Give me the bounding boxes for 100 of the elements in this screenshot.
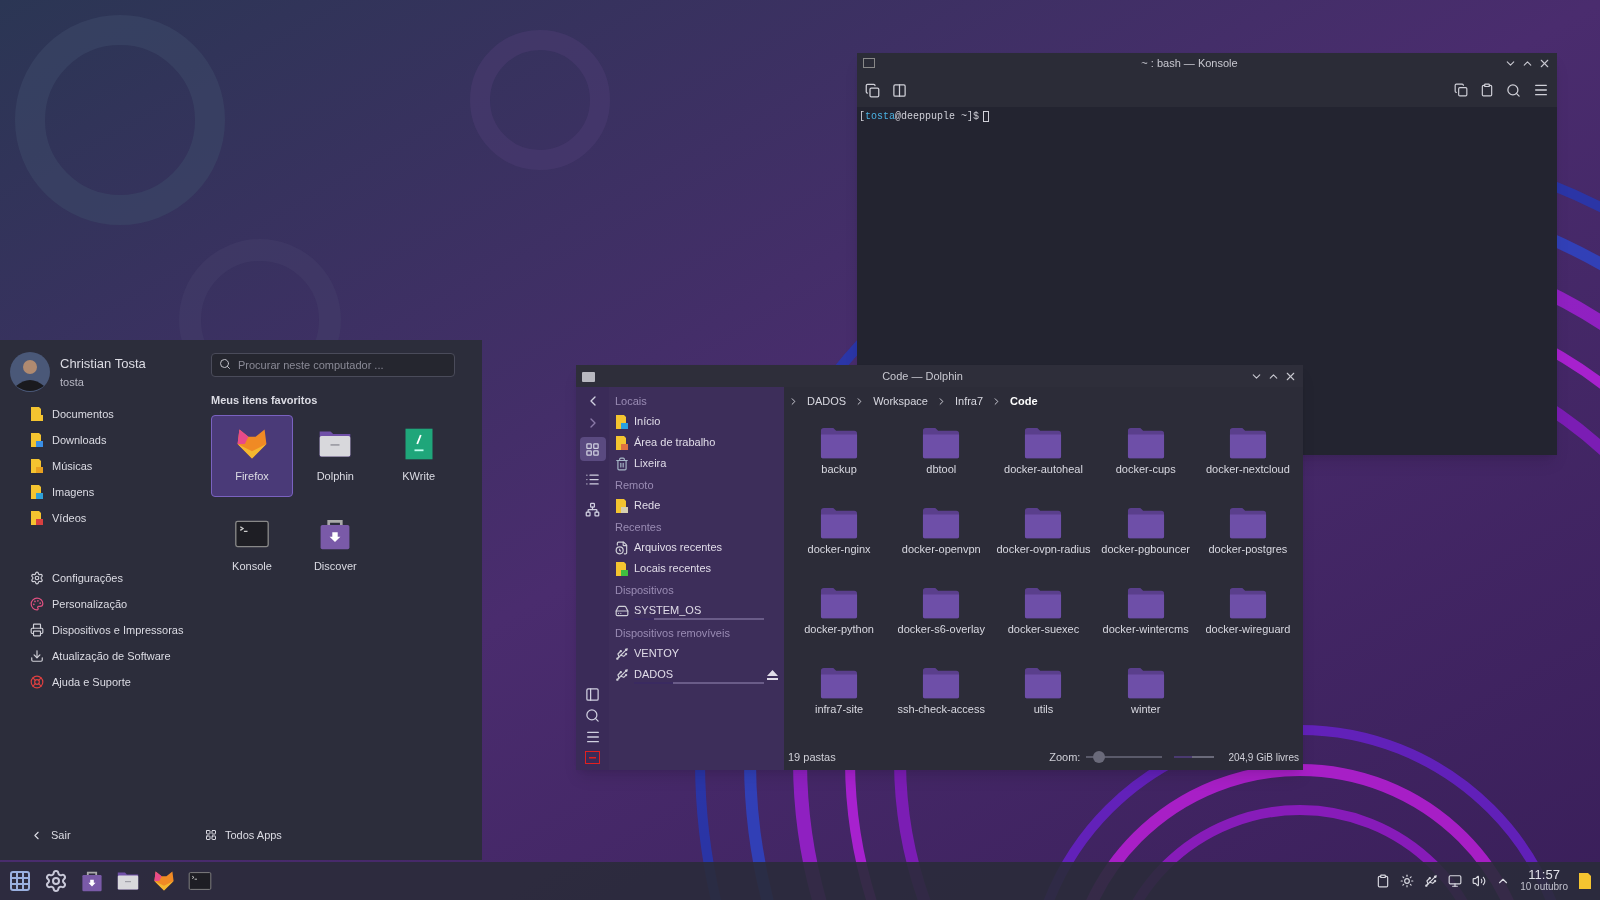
place-item[interactable]: Lixeira bbox=[615, 453, 778, 474]
fox-icon bbox=[152, 869, 176, 893]
clock-time[interactable]: 11:57 bbox=[1528, 869, 1560, 881]
folder-item[interactable]: docker-openvpn bbox=[890, 507, 993, 579]
paste-icon[interactable] bbox=[1480, 83, 1494, 97]
search-icon[interactable] bbox=[1506, 82, 1521, 98]
folder-icon bbox=[615, 560, 629, 577]
text-cursor bbox=[983, 111, 990, 122]
breadcrumb-item[interactable]: Workspace bbox=[873, 392, 928, 410]
folder-item[interactable]: docker-suexec bbox=[992, 587, 1095, 659]
favorite-app[interactable]: Konsole bbox=[211, 504, 293, 587]
lifebuoy-icon bbox=[30, 675, 44, 689]
avatar bbox=[10, 352, 50, 392]
user-login: tosta bbox=[60, 374, 85, 390]
free-space-text: 204,9 GiB livres bbox=[1228, 750, 1299, 765]
system-item[interactable]: Dispositivos e Impressoras bbox=[30, 622, 205, 638]
place-item[interactable]: Músicas bbox=[30, 458, 205, 474]
favorite-app[interactable]: Dolphin bbox=[294, 414, 377, 497]
clock-date[interactable]: 10 outubro bbox=[1520, 881, 1568, 893]
place-item[interactable]: Início bbox=[615, 411, 778, 432]
favorite-app[interactable]: KWrite bbox=[377, 414, 460, 497]
panel-icon[interactable] bbox=[585, 687, 600, 702]
place-item[interactable]: Imagens bbox=[30, 484, 205, 500]
folder-item[interactable]: winter bbox=[1094, 667, 1197, 739]
folder-item[interactable]: docker-s6-overlay bbox=[890, 587, 993, 659]
folder-item[interactable]: docker-python bbox=[788, 587, 891, 659]
new-tab-icon[interactable] bbox=[865, 82, 880, 98]
folder-icon bbox=[1228, 587, 1267, 620]
breadcrumb-item[interactable]: DADOS bbox=[807, 392, 847, 410]
folder-icon bbox=[1126, 587, 1165, 620]
volume-icon[interactable] bbox=[1472, 874, 1487, 888]
system-item[interactable]: Ajuda e Suporte bbox=[30, 674, 205, 690]
notes-icon[interactable] bbox=[1578, 872, 1592, 890]
search-icon bbox=[219, 358, 231, 370]
breadcrumb-item[interactable]: Code bbox=[1010, 392, 1038, 410]
all-apps-button[interactable]: Todos Apps bbox=[205, 826, 282, 844]
leave-button[interactable]: Sair bbox=[30, 826, 71, 844]
drive-icon bbox=[615, 603, 629, 618]
folder-icon bbox=[922, 587, 961, 620]
folder-item[interactable]: docker-nginx bbox=[788, 507, 891, 579]
menu-icon[interactable] bbox=[1533, 82, 1549, 98]
clipboard-icon[interactable] bbox=[1376, 874, 1391, 888]
usb-drive-icon bbox=[615, 667, 629, 682]
trash-icon bbox=[615, 456, 629, 471]
search-icon[interactable] bbox=[585, 708, 600, 723]
folder-icon bbox=[1024, 667, 1063, 700]
system-item[interactable]: Configurações bbox=[30, 570, 205, 586]
slider-thumb[interactable] bbox=[1092, 751, 1105, 763]
folder-icon bbox=[615, 497, 629, 514]
folder-icon bbox=[1228, 507, 1267, 540]
zoom-label: Zoom: bbox=[1049, 749, 1081, 765]
folder-icon bbox=[30, 406, 44, 422]
folder-item[interactable]: ssh-check-access bbox=[890, 667, 993, 739]
place-item[interactable]: Área de trabalho bbox=[615, 432, 778, 453]
system-item[interactable]: Atualização de Software bbox=[30, 648, 205, 664]
window-title: Code — Dolphin bbox=[881, 368, 964, 384]
usb-icon[interactable] bbox=[1424, 874, 1439, 888]
place-item[interactable]: Rede bbox=[615, 495, 778, 516]
favorite-app[interactable]: Discover bbox=[294, 504, 377, 587]
place-item[interactable]: Vídeos bbox=[30, 510, 205, 526]
place-item[interactable]: SYSTEM_OS bbox=[615, 600, 778, 621]
search-field[interactable]: Procurar neste computador ... bbox=[211, 353, 455, 377]
folder-item[interactable]: docker-wireguard bbox=[1196, 587, 1299, 659]
breadcrumb-item[interactable]: Infra7 bbox=[954, 392, 984, 410]
view-mode-button[interactable] bbox=[579, 437, 606, 461]
folder-item[interactable]: docker-ovpn-radius bbox=[992, 507, 1095, 579]
system-item[interactable]: Personalização bbox=[30, 596, 205, 612]
app-grid-icon[interactable] bbox=[8, 869, 32, 893]
section-heading: Meus itens favoritos bbox=[211, 393, 319, 408]
folder-item[interactable]: docker-postgres bbox=[1196, 507, 1299, 579]
eject-icon[interactable] bbox=[767, 669, 778, 680]
menu-icon[interactable] bbox=[584, 729, 601, 745]
copy-icon[interactable] bbox=[1454, 83, 1468, 97]
settings-icon[interactable] bbox=[44, 869, 68, 893]
folder-item[interactable]: docker-wintercms bbox=[1094, 587, 1197, 659]
icon-view-icon bbox=[585, 441, 600, 457]
zoom-slider[interactable] bbox=[1086, 751, 1163, 763]
favorite-app[interactable]: Firefox bbox=[211, 414, 293, 497]
list-view-icon bbox=[585, 471, 600, 487]
folder-icon bbox=[820, 667, 859, 700]
folder-item[interactable]: docker-pgbouncer bbox=[1094, 507, 1197, 579]
folder-icon bbox=[820, 507, 859, 540]
place-item[interactable]: Locais recentes bbox=[615, 558, 778, 579]
place-item[interactable]: Downloads bbox=[30, 432, 205, 448]
place-item[interactable]: Arquivos recentes bbox=[615, 537, 778, 558]
display-icon[interactable] bbox=[1448, 874, 1463, 888]
brightness-icon[interactable] bbox=[1400, 874, 1415, 888]
section-heading: Dispositivos bbox=[615, 583, 675, 598]
folder-item[interactable]: infra7-site bbox=[788, 667, 891, 739]
folder-icon bbox=[922, 427, 961, 460]
split-view-icon[interactable] bbox=[892, 82, 907, 98]
place-item[interactable]: DADOS bbox=[615, 664, 778, 685]
folder-icon bbox=[30, 432, 44, 448]
place-item[interactable]: Documentos bbox=[30, 406, 205, 422]
section-heading: Locais bbox=[615, 394, 648, 409]
folder-icon bbox=[1126, 507, 1165, 540]
place-item[interactable]: VENTOY bbox=[615, 643, 778, 664]
folder-icon bbox=[820, 427, 859, 460]
user-name: Christian Tosta bbox=[60, 355, 146, 373]
folder-item[interactable]: utils bbox=[992, 667, 1095, 739]
